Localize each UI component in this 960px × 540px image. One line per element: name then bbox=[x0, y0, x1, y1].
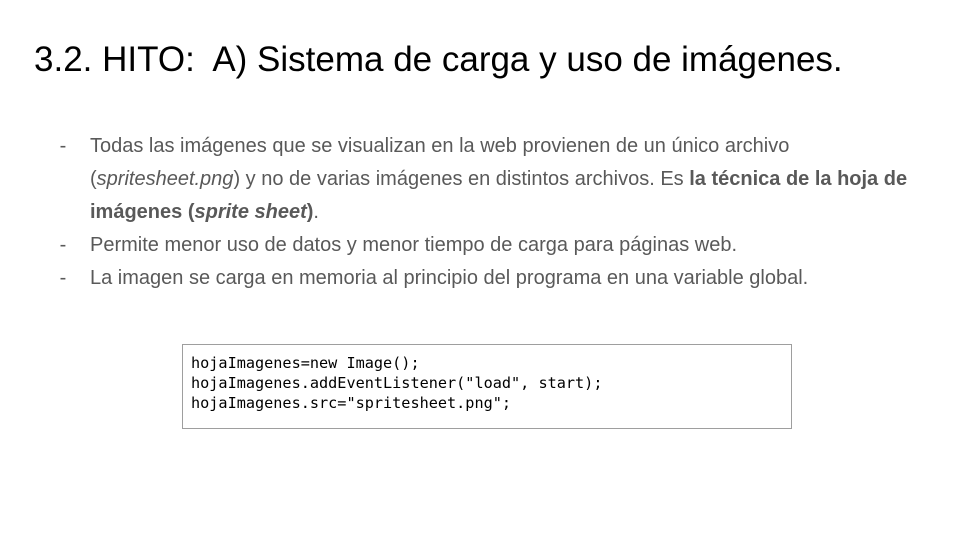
code-line: hojaImagenes=new Image(); bbox=[191, 354, 420, 372]
bullet-text: La imagen se carga en memoria al princip… bbox=[90, 267, 809, 289]
bullet-text: Todas las imágenes que se visualizan en … bbox=[90, 135, 907, 223]
code-block: hojaImagenes=new Image(); hojaImagenes.a… bbox=[182, 344, 792, 429]
term-text: sprite sheet bbox=[194, 201, 307, 223]
bullet-marker: - bbox=[59, 234, 67, 256]
bullet-text: Permite menor uso de datos y menor tiemp… bbox=[90, 234, 738, 256]
bullet-marker: - bbox=[59, 135, 67, 157]
bullet-text-end: . bbox=[313, 201, 319, 223]
bullet-item-sprite-sheet: - Todas las imágenes que se visualizan e… bbox=[56, 130, 926, 229]
code-line: hojaImagenes.src="spritesheet.png"; bbox=[191, 394, 512, 412]
bullet-list: - Todas las imágenes que se visualizan e… bbox=[56, 130, 926, 295]
file-name-text: spritesheet.png bbox=[96, 168, 234, 190]
slide: 3.2. HITO: A) Sistema de carga y uso de … bbox=[0, 0, 960, 540]
bullet-item-memory-load: - La imagen se carga en memoria al princ… bbox=[56, 262, 926, 295]
bullet-text-part: ) y no de varias imágenes en distintos a… bbox=[233, 168, 690, 190]
bullet-item-data-usage: - Permite menor uso de datos y menor tie… bbox=[56, 229, 926, 262]
bullet-marker: - bbox=[59, 267, 67, 289]
slide-title: 3.2. HITO: A) Sistema de carga y uso de … bbox=[34, 40, 843, 79]
code-line: hojaImagenes.addEventListener("load", st… bbox=[191, 374, 603, 392]
